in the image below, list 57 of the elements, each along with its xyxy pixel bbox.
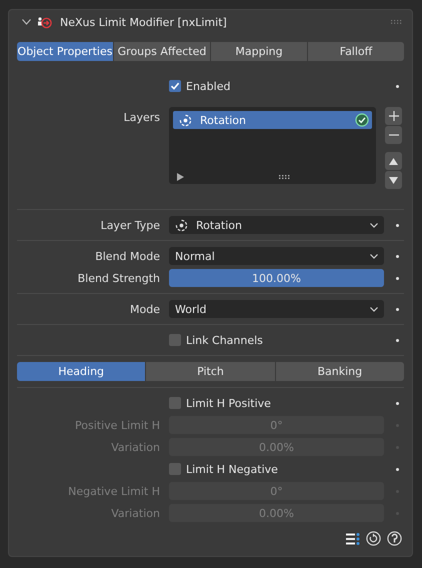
expand-triangle-icon[interactable] bbox=[177, 173, 184, 181]
check-circle-icon[interactable] bbox=[355, 113, 369, 127]
panel-title: NeXus Limit Modifier [nxLimit] bbox=[60, 16, 228, 28]
tab[interactable]: Object Properties bbox=[17, 42, 113, 61]
checkbox[interactable]: Enabled bbox=[169, 77, 384, 95]
slider[interactable]: 100.00% bbox=[169, 269, 384, 287]
keyframe-dot[interactable] bbox=[396, 338, 398, 342]
keyframe-dot[interactable] bbox=[396, 308, 398, 310]
keyframe-dot[interactable] bbox=[396, 276, 398, 280]
layer-list-item[interactable]: Rotation bbox=[173, 111, 372, 129]
chevron-down-icon bbox=[370, 222, 378, 228]
add-button[interactable] bbox=[385, 107, 402, 125]
checkbox[interactable]: Link Channels bbox=[169, 331, 384, 349]
help-icon[interactable] bbox=[387, 531, 402, 546]
list-icon[interactable] bbox=[346, 532, 360, 544]
checkbox[interactable]: Limit H Negative bbox=[169, 460, 384, 478]
reset-icon[interactable] bbox=[366, 531, 381, 546]
remove-button[interactable] bbox=[385, 126, 402, 144]
tab[interactable]: Groups Affected bbox=[114, 42, 210, 61]
chevron-down-icon[interactable] bbox=[22, 19, 31, 25]
tab[interactable]: Mapping bbox=[211, 42, 307, 61]
checkbox[interactable]: Limit H Positive bbox=[169, 394, 384, 412]
field-label: Variation bbox=[110, 506, 160, 520]
tab[interactable]: Pitch bbox=[146, 362, 275, 381]
chevron-down-icon bbox=[370, 306, 378, 312]
triangle-up-icon bbox=[389, 158, 398, 164]
move-up-button[interactable] bbox=[385, 152, 402, 170]
move-down-button[interactable] bbox=[385, 171, 402, 189]
checkmark-icon bbox=[170, 81, 180, 91]
keyframe-dot[interactable] bbox=[396, 224, 398, 226]
plus-icon bbox=[388, 111, 398, 121]
keyframe-dot[interactable] bbox=[396, 84, 398, 88]
dropdown[interactable]: Rotation bbox=[169, 216, 384, 234]
field-label: Blend Mode bbox=[94, 250, 160, 262]
grip-icon[interactable] bbox=[391, 20, 402, 24]
keyframe-dot[interactable] bbox=[396, 468, 398, 470]
field-label: Negative Limit H bbox=[67, 484, 160, 498]
field-label: Variation bbox=[110, 440, 160, 454]
dropdown[interactable]: Normal bbox=[169, 247, 384, 265]
modifier-icon bbox=[37, 16, 52, 28]
field-label: Positive Limit H bbox=[74, 418, 160, 432]
grip-icon[interactable] bbox=[279, 175, 290, 179]
rotation-icon bbox=[175, 218, 188, 232]
tab[interactable]: Falloff bbox=[308, 42, 404, 61]
dropdown[interactable]: World bbox=[169, 300, 384, 318]
triangle-down-icon bbox=[389, 176, 398, 184]
keyframe-dot[interactable] bbox=[396, 402, 398, 404]
field-label: Mode bbox=[129, 302, 160, 316]
tab[interactable]: Heading bbox=[17, 362, 146, 381]
rotation-icon bbox=[179, 114, 192, 126]
keyframe-dot[interactable] bbox=[396, 254, 398, 258]
field-label: Layer Type bbox=[100, 218, 160, 232]
field-label: Layers bbox=[122, 110, 160, 124]
minus-icon bbox=[388, 134, 398, 136]
tab[interactable]: Banking bbox=[276, 362, 404, 381]
field-label: Blend Strength bbox=[76, 272, 160, 284]
chevron-down-icon bbox=[370, 254, 378, 258]
